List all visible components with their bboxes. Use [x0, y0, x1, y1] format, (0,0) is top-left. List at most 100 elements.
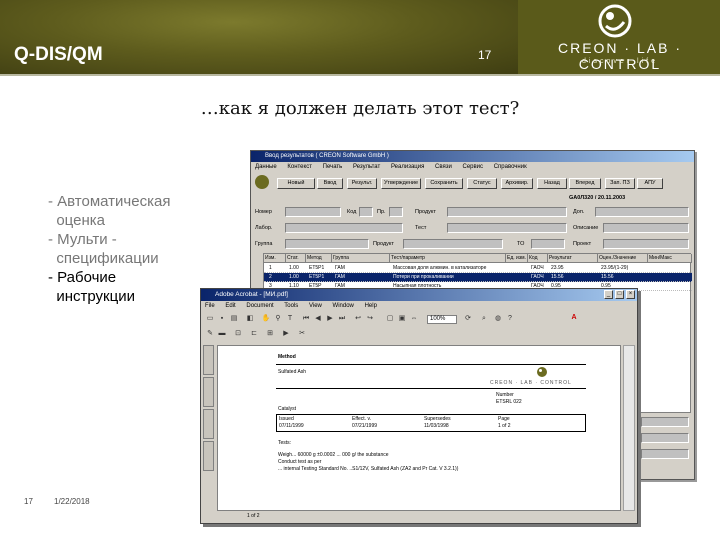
grid-header[interactable]: Мин/Макс: [648, 254, 692, 263]
movie-tool-icon[interactable]: ▶: [281, 329, 291, 339]
forward-icon[interactable]: ↪: [365, 314, 375, 324]
toolbar-button[interactable]: Назад: [537, 178, 567, 189]
menu-item[interactable]: Результат: [353, 164, 380, 170]
menu-item[interactable]: Document: [246, 303, 273, 309]
grid-header[interactable]: Тест/параметр: [390, 254, 506, 263]
maximize-icon[interactable]: □: [615, 290, 624, 299]
toolbar-button[interactable]: Результ.: [347, 178, 377, 189]
field-label: Лабор.: [255, 225, 273, 231]
grid-footer-field[interactable]: [641, 433, 689, 443]
save-icon[interactable]: ▪: [217, 314, 227, 324]
grid-header[interactable]: Код: [528, 254, 548, 263]
grid-header[interactable]: Ед. изм.: [506, 254, 528, 263]
first-page-icon[interactable]: ⏮: [301, 314, 311, 324]
toolbar-button[interactable]: Статус: [467, 178, 497, 189]
help-icon[interactable]: ?: [505, 314, 515, 324]
fit-width-icon[interactable]: ⇔: [409, 314, 419, 324]
grid-header[interactable]: Метод: [306, 254, 332, 263]
status-bar[interactable]: 1 of 2: [217, 511, 621, 522]
zoom-icon[interactable]: ⚲: [273, 314, 283, 324]
rotate-icon[interactable]: ⟳: [463, 314, 473, 324]
toolbar-button[interactable]: Сохранить: [425, 178, 463, 189]
menu-item[interactable]: Контекст: [287, 164, 312, 170]
find-icon[interactable]: ⌕: [479, 314, 489, 324]
bullet-line: инструкции: [48, 288, 135, 305]
signatures-tab[interactable]: [203, 441, 214, 471]
actual-size-icon[interactable]: ▢: [385, 314, 395, 324]
last-page-icon[interactable]: ⏭: [337, 314, 347, 324]
menu-item[interactable]: Help: [365, 303, 377, 309]
window-titlebar[interactable]: Ввод результатов ( CREON Software GmbH ): [251, 151, 694, 162]
number-field[interactable]: [285, 207, 341, 217]
toolbar-button[interactable]: Новый: [277, 178, 315, 189]
toolbar-button[interactable]: Ввод: [317, 178, 343, 189]
navigation-tabs: [203, 345, 215, 511]
menu-item[interactable]: Edit: [225, 303, 235, 309]
grid-footer-field[interactable]: [641, 449, 689, 459]
menu-item[interactable]: Реализация: [391, 164, 424, 170]
pdf-page[interactable]: Method Sulfated Ash CREON · LAB · CONTRO…: [217, 345, 621, 511]
product-field[interactable]: [447, 207, 567, 217]
zoom-level-field[interactable]: 100%: [427, 315, 457, 324]
grid-header[interactable]: Группа: [332, 254, 390, 263]
text-select-icon[interactable]: T: [285, 314, 295, 324]
link-tool-icon[interactable]: ⊏: [249, 329, 259, 339]
annotations-tab[interactable]: [203, 409, 214, 439]
thumbnails-tab[interactable]: [203, 377, 214, 407]
menu-item[interactable]: Window: [333, 303, 354, 309]
vertical-scrollbar[interactable]: [623, 345, 635, 511]
toolbar-button[interactable]: Утверждение: [381, 178, 421, 189]
window-title: Ввод результатов ( CREON Software GmbH ): [265, 153, 389, 159]
grid-header[interactable]: Оцен./Значение: [598, 254, 648, 263]
close-icon[interactable]: ×: [626, 290, 635, 299]
footer-slide-number: 17: [24, 497, 33, 506]
menu-item[interactable]: Справочник: [494, 164, 527, 170]
menu-item[interactable]: Печать: [323, 164, 343, 170]
grid-header[interactable]: Изм.: [264, 254, 286, 263]
prev-page-icon[interactable]: ◀: [313, 314, 323, 324]
grid-header[interactable]: Результат: [548, 254, 598, 263]
lab-field[interactable]: [285, 223, 403, 233]
grid-header[interactable]: Стат.: [286, 254, 306, 263]
bookmarks-tab[interactable]: [203, 345, 214, 375]
test-field[interactable]: [447, 223, 567, 233]
touchup-tool-icon[interactable]: ✂: [297, 329, 307, 339]
project-field[interactable]: [603, 239, 689, 249]
menu-item[interactable]: Данные: [255, 164, 277, 170]
form-tool-icon[interactable]: ⊞: [265, 329, 275, 339]
minimize-icon[interactable]: _: [604, 290, 613, 299]
menu-item[interactable]: File: [205, 303, 215, 309]
note-tool-icon[interactable]: ✎: [205, 329, 215, 339]
print-icon[interactable]: ▤: [229, 314, 239, 324]
menu-item[interactable]: Связи: [435, 164, 452, 170]
toolbar-button[interactable]: Архивир.: [501, 178, 533, 189]
menu-item[interactable]: View: [309, 303, 322, 309]
table-row[interactable]: 1 1.00 ЕТ5Р1 ГАМ Массовая доля алюмин. в…: [264, 264, 692, 273]
fit-page-icon[interactable]: ▣: [397, 314, 407, 324]
group-field[interactable]: [285, 239, 369, 249]
grid-footer-field[interactable]: [641, 417, 689, 427]
description-field[interactable]: [603, 223, 689, 233]
product-field-2[interactable]: [403, 239, 503, 249]
pr-field[interactable]: [389, 207, 403, 217]
menu-item[interactable]: Tools: [284, 303, 298, 309]
back-icon[interactable]: ↩: [353, 314, 363, 324]
code-field[interactable]: [359, 207, 373, 217]
toolbar-button[interactable]: Вперед: [569, 178, 601, 189]
open-icon[interactable]: ▭: [205, 314, 215, 324]
crop-tool-icon[interactable]: ⊡: [233, 329, 243, 339]
toolbar-button[interactable]: АПУ: [637, 178, 663, 189]
show-hide-icon[interactable]: ◧: [245, 314, 255, 324]
menu-item[interactable]: Сервис: [462, 164, 483, 170]
table-row-selected[interactable]: 2 1.00 ЕТ5Р1 ГАМ Потери при прокаливании…: [264, 273, 692, 282]
grid-cell: 2: [269, 274, 272, 280]
toolbar-button[interactable]: Зап. ПЗ: [605, 178, 635, 189]
next-page-icon[interactable]: ▶: [325, 314, 335, 324]
window-titlebar[interactable]: Adobe Acrobat - [МИ.pdf] _ □ ×: [201, 289, 637, 301]
acrobat-window[interactable]: Adobe Acrobat - [МИ.pdf] _ □ × File Edit…: [200, 288, 638, 524]
highlight-tool-icon[interactable]: ▬: [217, 329, 227, 339]
to-field[interactable]: [531, 239, 565, 249]
extra-field[interactable]: [595, 207, 689, 217]
hand-tool-icon[interactable]: ✋: [261, 314, 271, 324]
web-icon[interactable]: ◍: [493, 314, 503, 324]
